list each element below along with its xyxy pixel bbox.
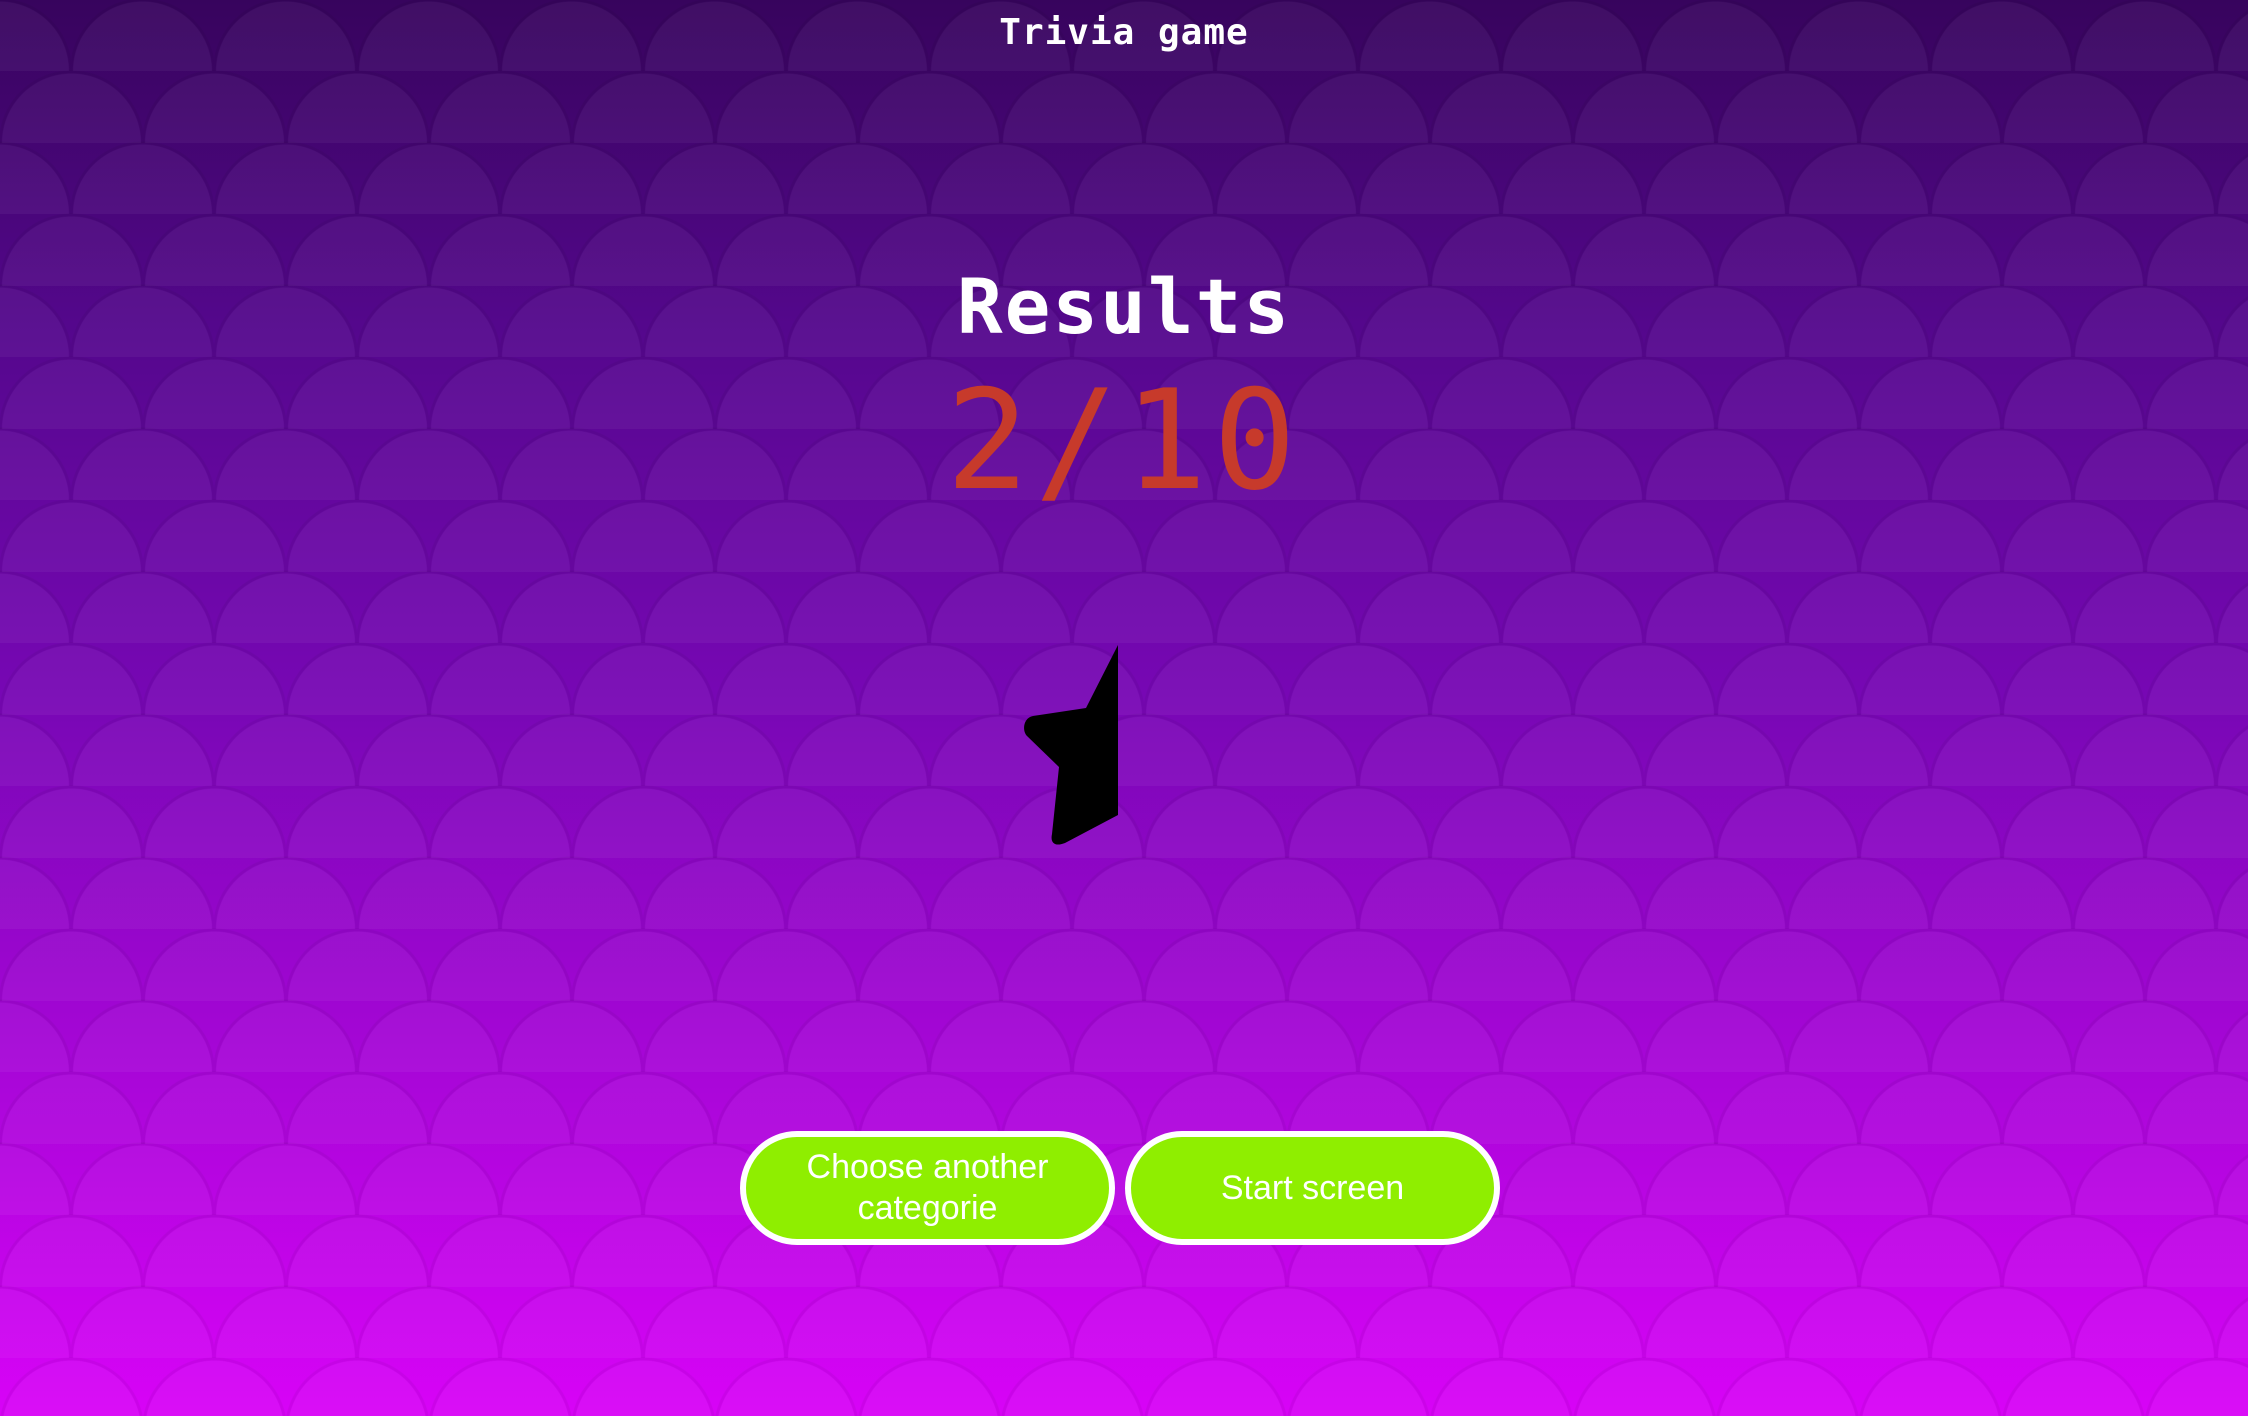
trivia-results-screen: { "app": { "title": "Trivia game" }, "re…: [0, 0, 2248, 1416]
rating-star: [1020, 640, 1122, 852]
app-title: Trivia game: [999, 12, 1249, 53]
choose-another-category-button[interactable]: Choose another categorie: [740, 1131, 1115, 1245]
result-actions: Choose another categorie Start screen: [740, 1131, 1510, 1255]
start-screen-button[interactable]: Start screen: [1125, 1131, 1500, 1245]
results-heading: Results: [956, 262, 1292, 351]
score-value: 2/10: [945, 360, 1303, 521]
half-star-icon: [1024, 645, 1118, 845]
